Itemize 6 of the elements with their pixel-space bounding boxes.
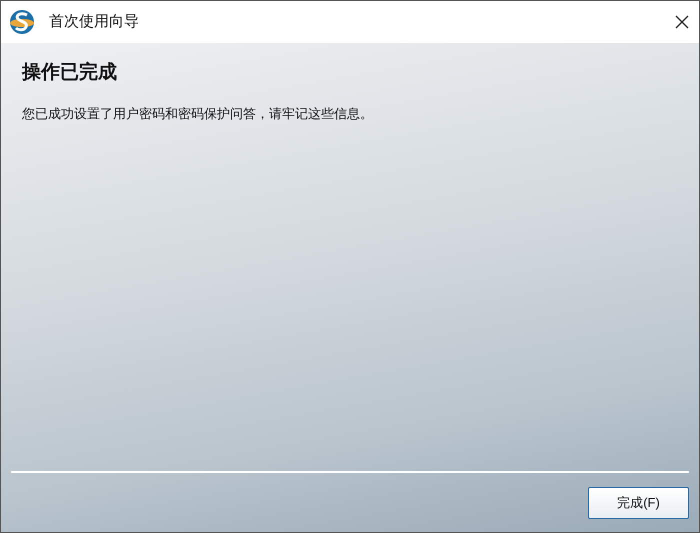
finish-button[interactable]: 完成(F) [588,487,689,519]
window-title: 首次使用向导 [49,12,139,32]
message-text: 您已成功设置了用户密码和密码保护问答，请牢记这些信息。 [22,104,374,122]
page-heading: 操作已完成 [22,60,118,85]
logo-icon [9,9,35,35]
close-icon[interactable] [675,15,689,29]
